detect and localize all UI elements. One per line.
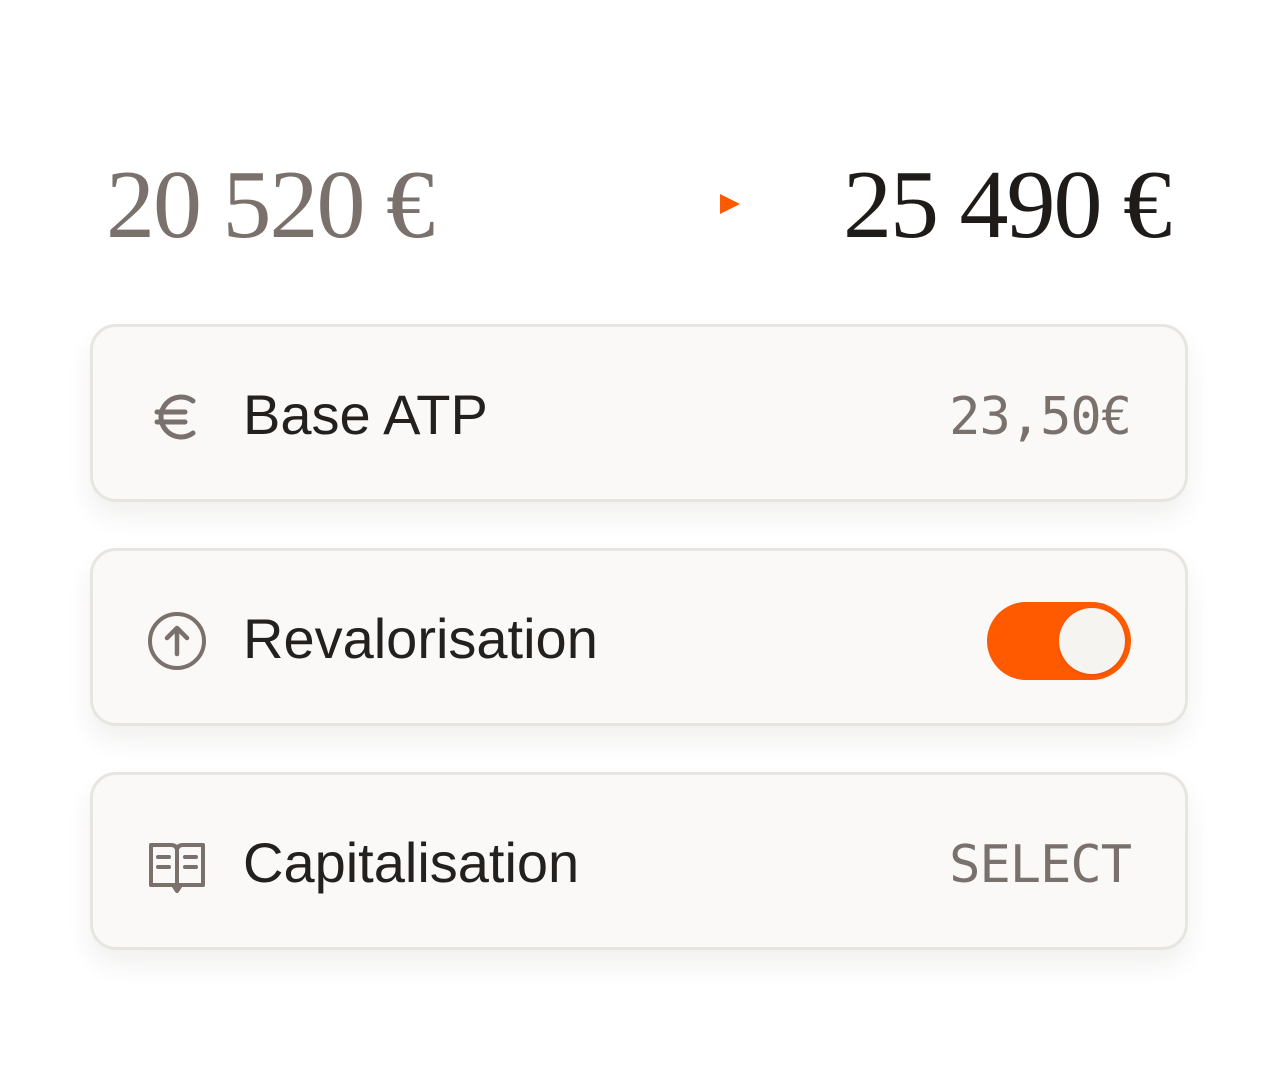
setting-label-capitalisation: Capitalisation [243,831,580,894]
arrow-up-circle-icon [147,609,211,673]
capitalisation-select-button[interactable]: SELECT [949,835,1132,895]
setting-label-revalorisation: Revalorisation [243,607,598,670]
toggle-knob [1059,608,1125,674]
setting-card-capitalisation[interactable]: Capitalisation SELECT [90,772,1188,950]
open-book-icon [147,833,211,897]
amount-before: 20 520 € [106,151,435,259]
base-atp-value[interactable]: 23,50€ [949,387,1132,447]
revalorisation-toggle[interactable] [987,602,1131,680]
setting-label-base-atp: Base ATP [243,383,488,446]
setting-card-revalorisation: Revalorisation [90,548,1188,726]
arrow-right-icon [548,188,748,220]
euro-icon [147,385,211,449]
amount-after: 25 490 € [843,151,1172,259]
setting-card-base-atp[interactable]: Base ATP 23,50€ [90,324,1188,502]
